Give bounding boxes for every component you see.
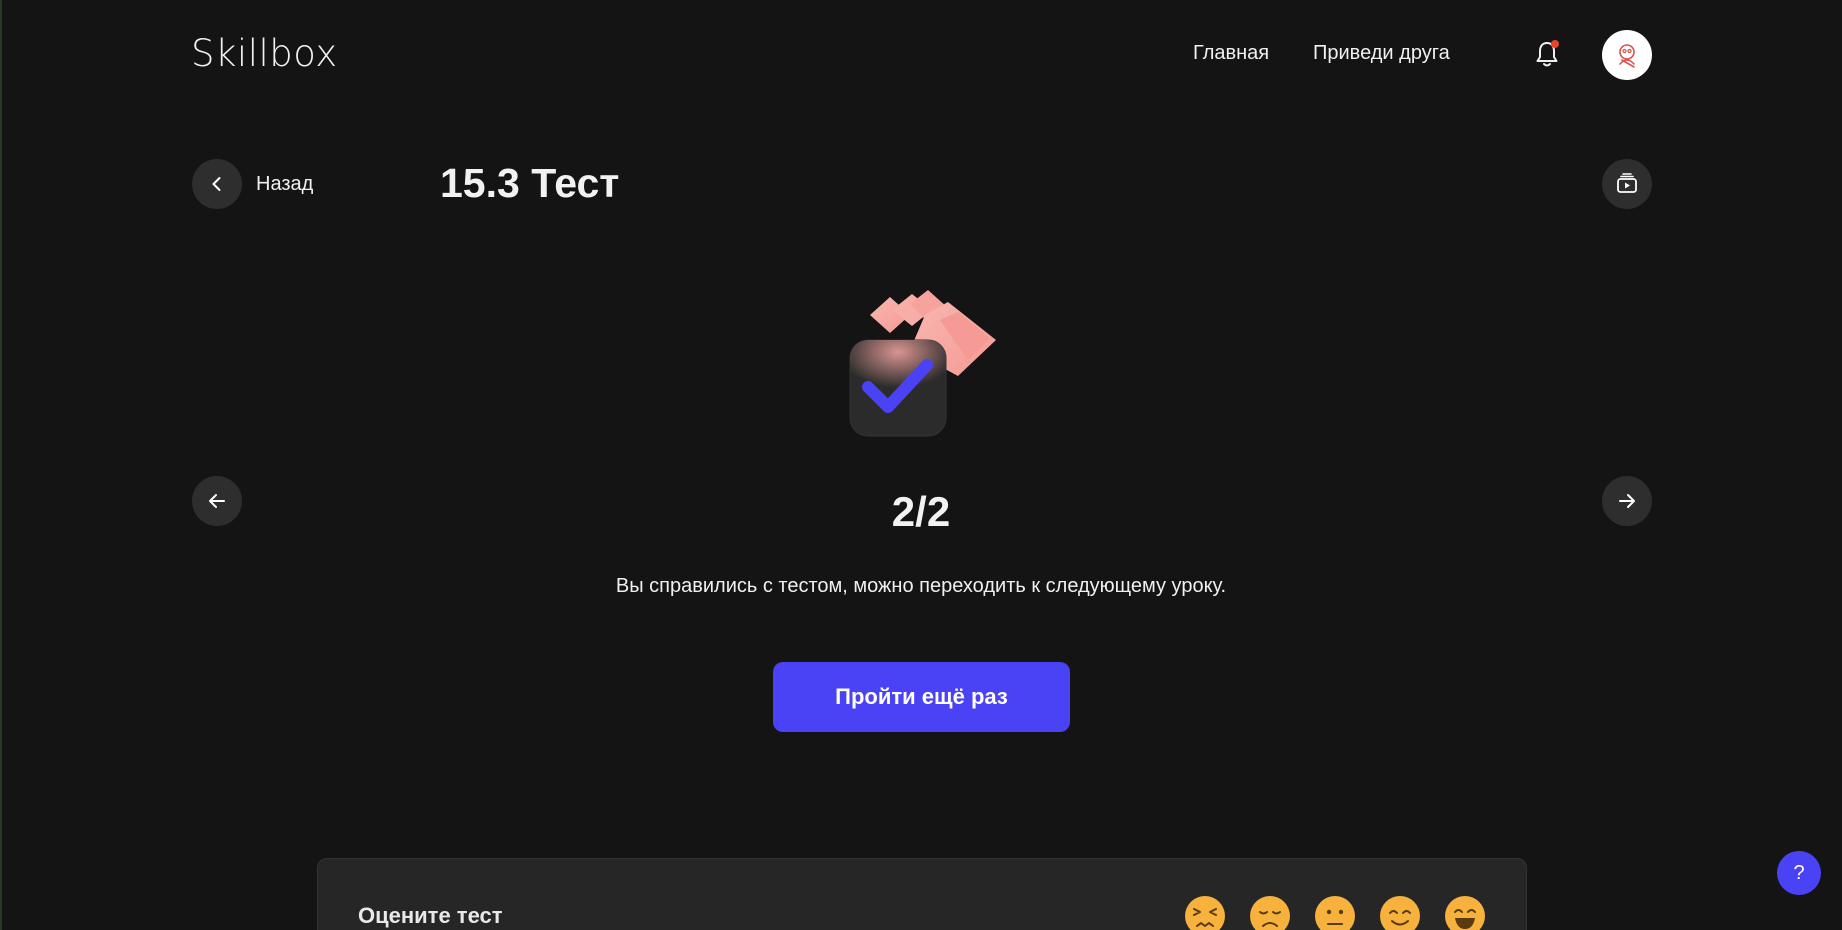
page: Skillbox Главная Приведи друга Назад 15.… <box>0 0 1842 930</box>
emoji-sad-icon[interactable] <box>1249 895 1291 930</box>
help-button[interactable]: ? <box>1777 851 1821 895</box>
rating-label: Оцените тест <box>358 903 503 928</box>
avatar-doodle-icon <box>1619 44 1635 68</box>
chevron-left-icon <box>212 177 221 191</box>
nav-invite-friend-link[interactable]: Приведи друга <box>1313 42 1450 65</box>
back-button[interactable] <box>192 159 242 209</box>
lesson-title: 15.3 Тест <box>440 160 620 206</box>
emoji-angry-icon[interactable] <box>1184 895 1226 930</box>
test-completed-illustration <box>849 290 996 437</box>
back-label[interactable]: Назад <box>256 173 313 196</box>
notification-dot <box>1551 40 1559 48</box>
result-message: Вы справились с тестом, можно переходить… <box>615 575 1227 597</box>
notifications-bell-button[interactable] <box>1531 38 1563 70</box>
test-score: 2/2 <box>891 488 951 535</box>
video-playlist-icon <box>1617 173 1637 193</box>
emoji-neutral-icon[interactable] <box>1314 895 1356 930</box>
emoji-smile-icon[interactable] <box>1379 895 1421 930</box>
retry-test-button[interactable]: Пройти ещё раз <box>773 662 1070 732</box>
window-edge <box>0 0 2 930</box>
skillbox-logo[interactable]: Skillbox <box>191 32 338 75</box>
emoji-happy-icon[interactable] <box>1444 895 1486 930</box>
video-lessons-button[interactable] <box>1602 159 1652 209</box>
nav-home-link[interactable]: Главная <box>1193 42 1269 65</box>
rating-panel: Оцените тест <box>317 858 1527 930</box>
bell-icon <box>1536 40 1559 67</box>
user-avatar[interactable] <box>1602 30 1652 80</box>
